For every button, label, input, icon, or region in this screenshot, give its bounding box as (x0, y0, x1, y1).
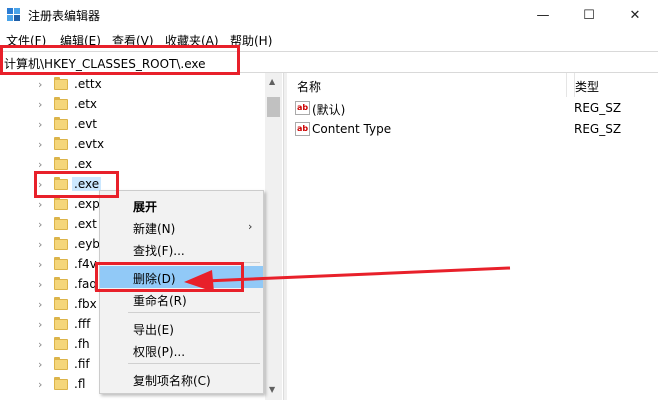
annotation-arrow-icon (184, 266, 511, 292)
